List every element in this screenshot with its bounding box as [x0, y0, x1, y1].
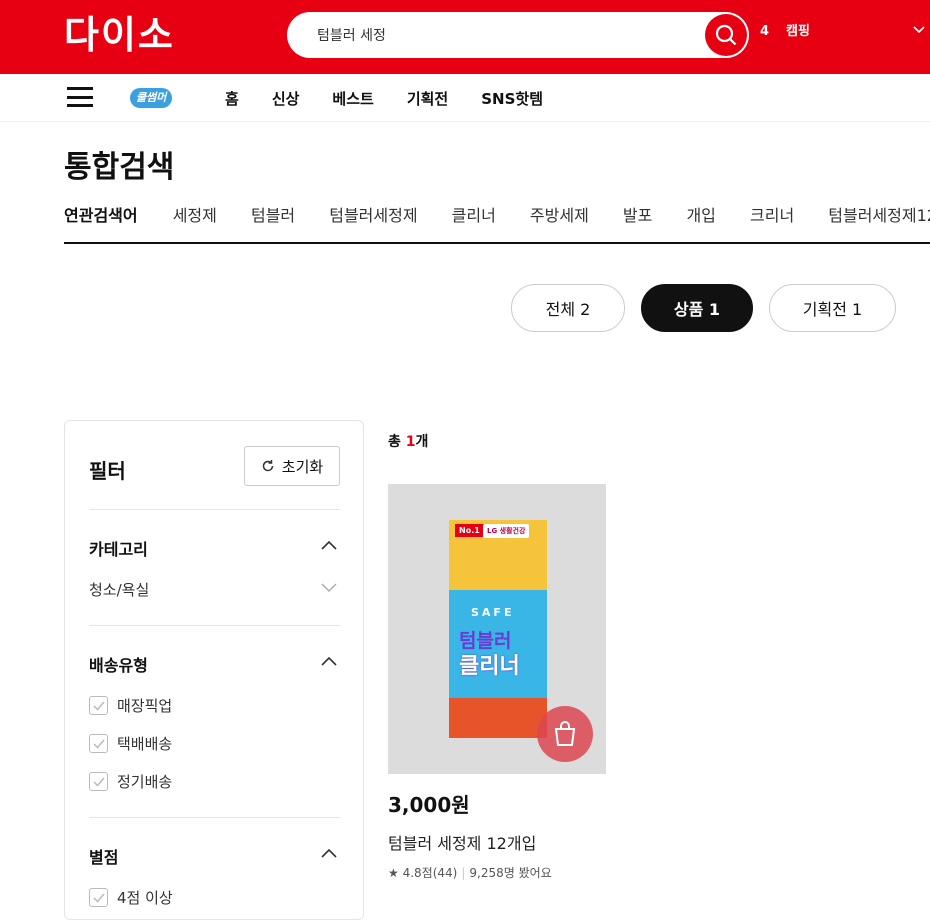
delivery-section-title[interactable]: 배송유형 [89, 652, 148, 676]
tab-promotions[interactable]: 기획전 1 [769, 284, 896, 332]
top-header: 다이소 4 캠핑 [0, 0, 930, 74]
product-rating: ★ 4.8점(44) [388, 866, 458, 880]
checkbox-label: 택배배송 [117, 735, 173, 753]
checkbox-label: 매장픽업 [117, 697, 173, 715]
result-count-prefix: 총 [388, 434, 406, 450]
nav-item-promotion[interactable]: 기획전 [407, 88, 448, 109]
refresh-icon [262, 460, 274, 472]
package-safe: SAFE [471, 606, 515, 619]
search-input[interactable] [317, 12, 687, 58]
package-badge: No.1 [455, 524, 484, 537]
divider [89, 625, 340, 626]
product-views: 9,258명 봤어요 [469, 866, 552, 880]
product-package: No.1 LG 생활건강 SAFE 텀블러 클리너 [449, 520, 547, 738]
chevron-down-icon[interactable] [321, 583, 337, 593]
menu-icon[interactable] [67, 87, 93, 107]
chevron-up-icon[interactable] [321, 656, 337, 666]
add-to-cart-button[interactable] [537, 706, 593, 762]
related-keyword[interactable]: 발포 [623, 202, 652, 226]
related-keyword[interactable]: 크리너 [750, 202, 794, 226]
related-keywords-label: 연관검색어 [64, 206, 138, 225]
category-section-title[interactable]: 카테고리 [89, 536, 148, 560]
divider [89, 817, 340, 818]
related-keyword[interactable]: 클리너 [452, 202, 496, 226]
rating-section-title[interactable]: 별점 [89, 844, 118, 868]
tab-all[interactable]: 전체 2 [511, 284, 625, 332]
related-keyword[interactable]: 세정제 [173, 202, 217, 226]
chevron-up-icon[interactable] [321, 540, 337, 550]
related-keyword[interactable]: 텀블러세정제 [329, 202, 417, 226]
checkbox-parcel-delivery[interactable]: 택배배송 [89, 733, 172, 754]
check-icon [89, 734, 108, 753]
promo-badge[interactable]: 쿨썸머 [130, 88, 173, 108]
package-brand: LG 생활건강 [483, 524, 530, 538]
divider [89, 509, 340, 510]
category-select[interactable]: 청소/욕실 [89, 579, 149, 600]
search-button[interactable] [705, 14, 747, 56]
nav-item-new[interactable]: 신상 [272, 88, 300, 109]
checkbox-rating-4plus[interactable]: 4점 이상 [89, 887, 173, 908]
check-icon [89, 696, 108, 715]
chevron-down-icon[interactable] [913, 26, 925, 34]
reset-label: 초기화 [281, 457, 324, 476]
check-icon [89, 772, 108, 791]
nav-item-home[interactable]: 홈 [225, 88, 239, 109]
product-price: 3,000원 [388, 793, 470, 817]
related-keyword[interactable]: 개입 [686, 202, 715, 226]
related-keyword[interactable]: 텀블러세정제12 [828, 202, 930, 226]
result-count-suffix: 개 [415, 434, 429, 450]
check-icon [89, 888, 108, 907]
shopping-bag-icon [554, 721, 576, 746]
search-icon [715, 24, 737, 46]
daiso-logo[interactable]: 다이소 [64, 12, 175, 58]
package-name-line2: 클리너 [459, 654, 520, 679]
chevron-up-icon[interactable] [321, 848, 337, 858]
nav-items: 홈 신상 베스트 기획전 SNS핫템 [225, 74, 576, 122]
filter-title: 필터 [89, 459, 126, 483]
checkbox-regular-delivery[interactable]: 정기배송 [89, 771, 172, 792]
result-count-number: 1 [405, 434, 416, 450]
checkbox-store-pickup[interactable]: 매장픽업 [89, 695, 172, 716]
trending-keyword-text: 캠핑 [786, 24, 810, 39]
reset-button[interactable]: 초기화 [244, 446, 340, 486]
checkbox-label: 4점 이상 [117, 889, 173, 907]
nav-item-best[interactable]: 베스트 [332, 88, 373, 109]
product-meta: ★ 4.8점(44) | 9,258명 봤어요 [388, 866, 552, 880]
tab-products[interactable]: 상품 1 [641, 284, 753, 332]
checkbox-label: 정기배송 [117, 773, 173, 791]
filter-panel: 필터 초기화 카테고리 청소/욕실 배송유형 매장픽업 택배배송 정기배송 별점… [64, 420, 364, 920]
search-box [287, 12, 749, 58]
trending-keyword[interactable]: 4 캠핑 [760, 20, 810, 39]
nav-item-sns[interactable]: SNS핫템 [481, 88, 543, 109]
trending-rank: 4 [760, 24, 770, 39]
result-count: 총 1개 [388, 431, 428, 451]
product-name[interactable]: 텀블러 세정제 12개입 [388, 830, 536, 854]
related-keyword[interactable]: 주방세제 [530, 202, 589, 226]
page-title: 통합검색 [64, 150, 175, 185]
related-keyword[interactable]: 텀블러 [251, 202, 295, 226]
related-keywords: 연관검색어 세정제 텀블러 텀블러세정제 클리너 주방세제 발포 개입 크리너 … [64, 202, 930, 244]
main-nav: 쿨썸머 홈 신상 베스트 기획전 SNS핫템 [0, 74, 930, 122]
